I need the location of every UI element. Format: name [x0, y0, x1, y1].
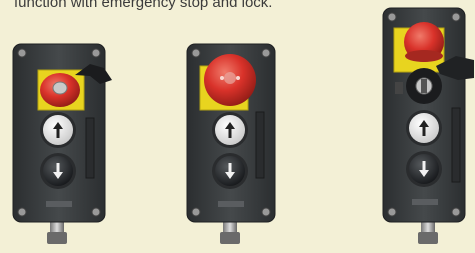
pendant-1: [12, 43, 112, 244]
product-photo: [12, 7, 474, 244]
pendant-3: [382, 7, 474, 244]
pendant-2: [186, 43, 276, 244]
